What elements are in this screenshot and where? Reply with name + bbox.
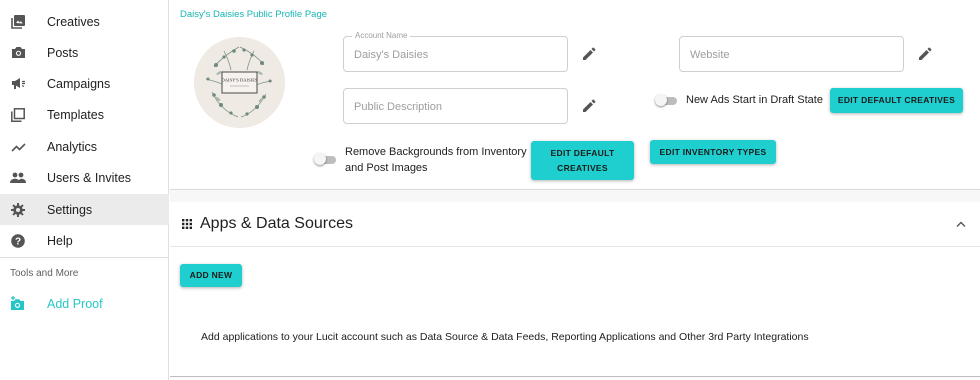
sidebar-item-posts[interactable]: Posts (0, 37, 169, 68)
add-new-button[interactable]: ADD NEW (180, 264, 242, 287)
bottom-divider (170, 376, 980, 377)
edit-inventory-types-button[interactable]: EDIT INVENTORY TYPES (650, 140, 776, 164)
website-placeholder: Website (690, 49, 730, 61)
sidebar-item-settings[interactable]: Settings (0, 194, 169, 225)
sidebar-divider (0, 257, 169, 258)
sidebar-item-label: Users & Invites (47, 170, 132, 185)
button-label-line1: EDIT DEFAULT (550, 147, 615, 158)
pencil-icon (583, 47, 596, 60)
sidebar-item-users-invites[interactable]: Users & Invites (0, 162, 169, 193)
edit-default-creatives-secondary-button[interactable]: EDIT DEFAULT CREATIVES (531, 141, 634, 180)
pencil-icon (583, 99, 596, 112)
sidebar-item-campaigns[interactable]: Campaigns (0, 68, 169, 99)
toggle-knob (314, 153, 326, 165)
apps-description: Add applications to your Lucit account s… (201, 331, 809, 343)
sidebar-item-analytics[interactable]: Analytics (0, 131, 169, 162)
edit-account-name-button[interactable] (582, 47, 596, 61)
button-label-line2: CREATIVES (557, 162, 608, 173)
apps-section-header[interactable]: Apps & Data Sources (170, 202, 980, 247)
edit-default-creatives-button[interactable]: EDIT DEFAULT CREATIVES (830, 88, 963, 113)
avatar-floral-logo: DAISY'S DAISIES (194, 37, 285, 128)
help-circle-icon: ? (10, 233, 26, 249)
avatar-text: DAISY'S DAISIES (221, 78, 258, 83)
avatar[interactable]: DAISY'S DAISIES (194, 37, 285, 128)
toggle-knob (655, 94, 667, 106)
tools-header: Tools and More (10, 268, 79, 279)
add-photo-icon (10, 296, 26, 312)
account-name-legend: Account Name (352, 31, 411, 40)
edit-description-button[interactable] (582, 99, 596, 113)
public-profile-link[interactable]: Daisy's Daisies Public Profile Page (180, 9, 327, 20)
draft-state-toggle[interactable] (655, 94, 677, 106)
camera-icon (10, 45, 26, 61)
chevron-up-icon[interactable] (956, 220, 966, 228)
template-icon (10, 107, 26, 123)
sidebar-item-label: Posts (47, 45, 79, 60)
people-icon (10, 170, 26, 186)
public-description-field[interactable]: Public Description (343, 88, 568, 124)
remove-backgrounds-label: Remove Backgrounds from Inventory and Po… (345, 144, 527, 176)
sidebar-item-label: Campaigns (47, 76, 111, 91)
remove-backgrounds-toggle[interactable] (314, 153, 336, 165)
edit-website-button[interactable] (918, 47, 932, 61)
sidebar-item-label: Settings (47, 202, 93, 217)
apps-section-title: Apps & Data Sources (200, 215, 353, 232)
trending-line-icon (10, 139, 26, 155)
photo-library-icon (10, 14, 26, 30)
section-gap (170, 190, 980, 202)
svg-text:?: ? (15, 236, 21, 247)
apps-grid-icon (182, 219, 192, 229)
account-name-value: Daisy's Daisies (354, 49, 429, 61)
sidebar-item-creatives[interactable]: Creatives (0, 6, 169, 37)
remove-backgrounds-label-line1: Remove Backgrounds from Inventory (345, 146, 527, 158)
account-name-field[interactable]: Account Name Daisy's Daisies (343, 31, 568, 72)
pencil-icon (919, 47, 932, 60)
main-content: Daisy's Daisies Public Profile Page DAIS… (170, 0, 980, 380)
sidebar: Creatives Posts Campaigns Templates Anal… (0, 0, 169, 380)
app-root: Creatives Posts Campaigns Templates Anal… (0, 0, 980, 380)
website-field[interactable]: Website (679, 36, 904, 72)
sidebar-item-label: Help (47, 233, 73, 248)
sidebar-item-add-proof[interactable]: Add Proof (0, 288, 169, 319)
sidebar-item-label: Analytics (47, 139, 98, 154)
sidebar-item-templates[interactable]: Templates (0, 99, 169, 130)
sidebar-item-help[interactable]: ? Help (0, 225, 169, 256)
public-description-placeholder: Public Description (354, 101, 443, 113)
sidebar-item-label: Creatives (47, 14, 100, 29)
sidebar-item-label: Templates (47, 107, 104, 122)
draft-state-label: New Ads Start in Draft State (686, 94, 823, 106)
megaphone-icon (10, 76, 26, 92)
sidebar-item-label: Add Proof (47, 296, 103, 311)
remove-backgrounds-label-line2: and Post Images (345, 162, 428, 174)
gear-icon (10, 202, 26, 218)
